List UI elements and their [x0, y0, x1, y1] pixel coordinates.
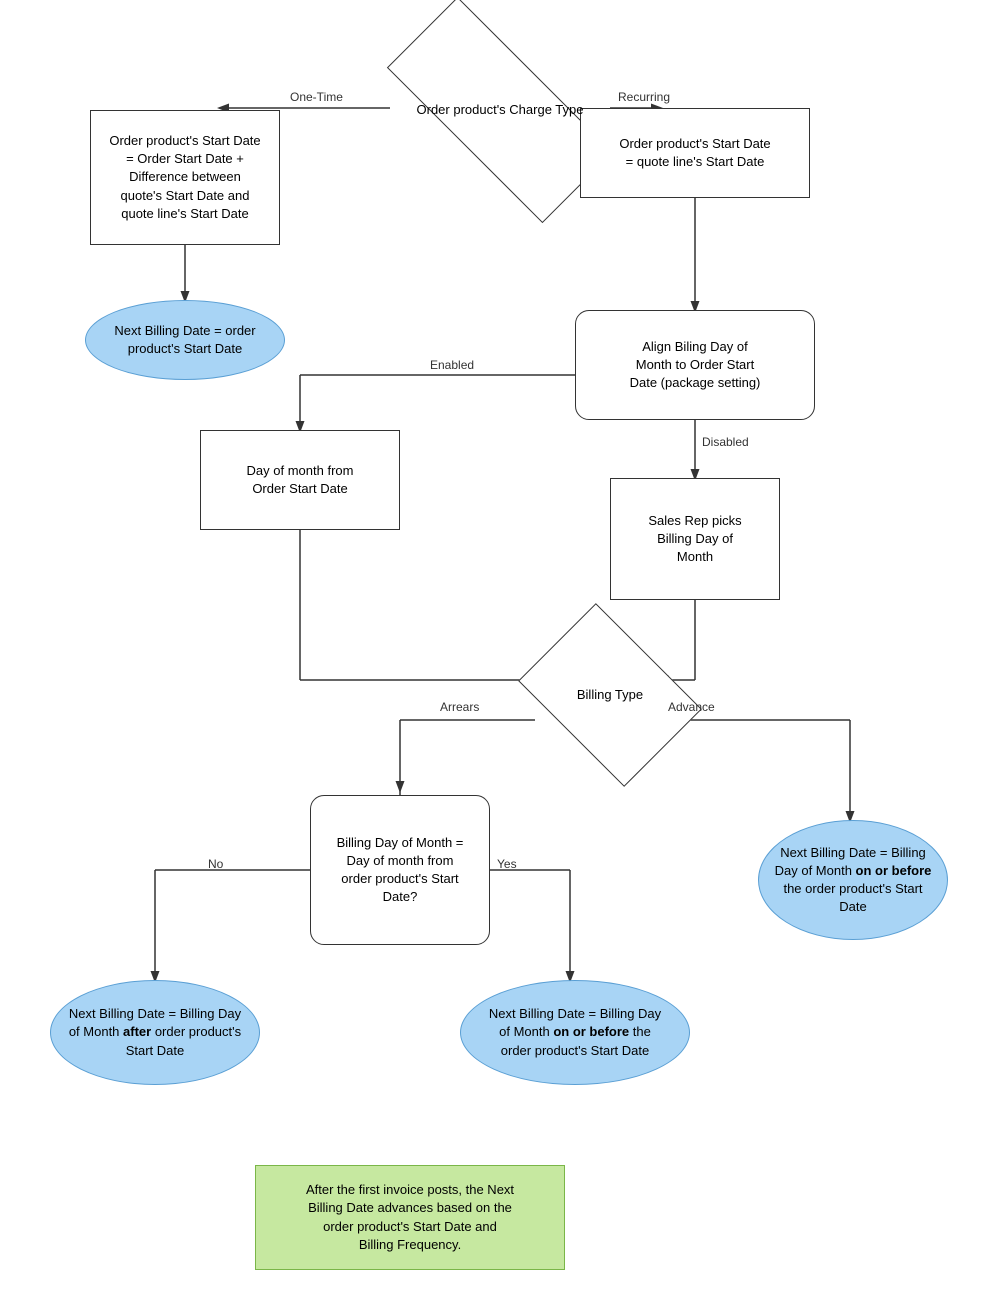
next-billing-on-or-before-oval: Next Billing Date = Billing Dayof Month … — [460, 980, 690, 1085]
footer-text: After the first invoice posts, the NextB… — [306, 1181, 514, 1254]
no-label: No — [208, 857, 223, 871]
footer-green-box: After the first invoice posts, the NextB… — [255, 1165, 565, 1270]
flowchart-diagram: Order product's Charge Type One-Time Rec… — [0, 0, 1000, 1289]
next-billing-advance-oval: Next Billing Date = BillingDay of Month … — [758, 820, 948, 940]
next-billing-advance-text: Next Billing Date = BillingDay of Month … — [775, 844, 932, 917]
advance-label: Advance — [668, 700, 715, 714]
disabled-label: Disabled — [702, 435, 749, 449]
billing-type-diamond: Billing Type — [535, 640, 685, 750]
align-billing-rounded-box: Align Biling Day ofMonth to Order StartD… — [575, 310, 815, 420]
next-billing-onetime-oval: Next Billing Date = orderproduct's Start… — [85, 300, 285, 380]
next-billing-on-or-before-text: Next Billing Date = Billing Dayof Month … — [489, 1005, 661, 1060]
billing-type-label: Billing Type — [573, 682, 647, 708]
sales-rep-text: Sales Rep picksBilling Day ofMonth — [648, 512, 741, 567]
charge-type-diamond: Order product's Charge Type — [390, 60, 610, 160]
one-time-start-date-text: Order product's Start Date= Order Start … — [109, 132, 260, 223]
yes-label: Yes — [497, 857, 517, 871]
recurring-start-date-text: Order product's Start Date= quote line's… — [619, 135, 770, 171]
one-time-label: One-Time — [290, 90, 343, 104]
recurring-label: Recurring — [618, 90, 670, 104]
next-billing-onetime-text: Next Billing Date = orderproduct's Start… — [114, 322, 255, 358]
day-of-month-text: Day of month fromOrder Start Date — [247, 462, 354, 498]
one-time-start-date-box: Order product's Start Date= Order Start … — [90, 110, 280, 245]
day-of-month-box: Day of month fromOrder Start Date — [200, 430, 400, 530]
billing-day-question-text: Billing Day of Month =Day of month fromo… — [337, 834, 464, 907]
arrears-label: Arrears — [440, 700, 479, 714]
align-billing-text: Align Biling Day ofMonth to Order StartD… — [630, 338, 761, 393]
enabled-label: Enabled — [430, 358, 474, 372]
next-billing-after-text: Next Billing Date = Billing Dayof Month … — [69, 1005, 241, 1060]
charge-type-label: Order product's Charge Type — [413, 97, 588, 123]
next-billing-after-oval: Next Billing Date = Billing Dayof Month … — [50, 980, 260, 1085]
billing-day-question-box: Billing Day of Month =Day of month fromo… — [310, 795, 490, 945]
sales-rep-box: Sales Rep picksBilling Day ofMonth — [610, 478, 780, 600]
recurring-start-date-box: Order product's Start Date= quote line's… — [580, 108, 810, 198]
